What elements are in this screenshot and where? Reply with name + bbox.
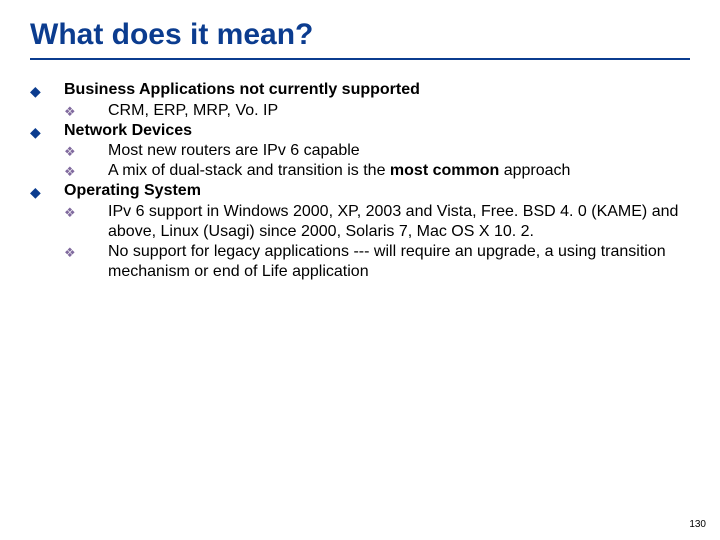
text-bold: most common [390, 162, 499, 179]
diamond-icon: ◆ [30, 181, 64, 202]
bullet-l1-row: ◆ Business Applications not currently su… [30, 80, 690, 101]
fleur-icon: ❖ [64, 242, 108, 261]
fleur-icon: ❖ [64, 141, 108, 160]
bullet-text: CRM, ERP, MRP, Vo. IP [108, 101, 690, 121]
bullet-text: No support for legacy applications --- w… [108, 242, 690, 282]
bullet-l2-row: ❖ A mix of dual-stack and transition is … [64, 161, 690, 181]
section-heading: Operating System [64, 181, 201, 201]
text-pre: A mix of dual-stack and transition is th… [108, 162, 390, 179]
fleur-icon: ❖ [64, 101, 108, 120]
slide-title: What does it mean? [30, 18, 690, 52]
bullet-l2-row: ❖ IPv 6 support in Windows 2000, XP, 200… [64, 202, 690, 242]
bullet-text: IPv 6 support in Windows 2000, XP, 2003 … [108, 202, 690, 242]
bullet-l1-row: ◆ Network Devices [30, 121, 690, 142]
fleur-icon: ❖ [64, 202, 108, 221]
bullet-l1-row: ◆ Operating System [30, 181, 690, 202]
bullet-l2-row: ❖ No support for legacy applications ---… [64, 242, 690, 282]
title-underline [30, 58, 690, 60]
bullet-l2-row: ❖ Most new routers are IPv 6 capable [64, 141, 690, 161]
page-number: 130 [689, 519, 706, 530]
slide-content: ◆ Business Applications not currently su… [30, 80, 690, 282]
section-heading: Business Applications not currently supp… [64, 80, 420, 100]
diamond-icon: ◆ [30, 121, 64, 142]
diamond-icon: ◆ [30, 80, 64, 101]
bullet-text: A mix of dual-stack and transition is th… [108, 161, 690, 181]
text-post: approach [499, 162, 570, 179]
section-heading: Network Devices [64, 121, 192, 141]
fleur-icon: ❖ [64, 161, 108, 180]
bullet-l2-row: ❖ CRM, ERP, MRP, Vo. IP [64, 101, 690, 121]
bullet-text: Most new routers are IPv 6 capable [108, 141, 690, 161]
